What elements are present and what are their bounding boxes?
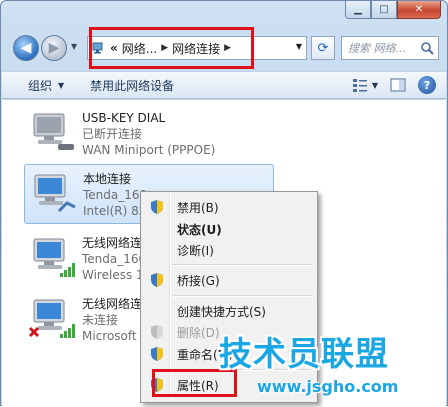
menu-separator <box>173 295 313 297</box>
menu-item-label: 诊断(I) <box>177 244 214 258</box>
uac-shield-icon <box>151 200 163 214</box>
minimize-button[interactable]: ▁ <box>345 1 371 19</box>
chevron-right-icon[interactable]: ▶ <box>224 43 231 53</box>
menu-item-label: 属性(R) <box>177 379 219 393</box>
watermark-url: www.jsgho.com <box>257 377 399 396</box>
menu-item-label: 状态(U) <box>177 223 222 237</box>
connection-status: Tenda_160 <box>83 188 148 202</box>
menu-item-create-shortcut[interactable]: 创建快捷方式(S) <box>143 300 315 322</box>
connection-device: Intel(R) 82 <box>83 204 147 218</box>
connection-status: 未连接 <box>82 313 119 327</box>
address-bar[interactable]: « 网络... ▶ 网络连接 ▶ ▼ <box>87 36 307 60</box>
menu-item-disable[interactable]: 禁用(B) <box>143 196 315 218</box>
network-folder-icon <box>92 42 103 54</box>
menu-item-label: 禁用(B) <box>177 201 219 215</box>
connection-device: Wireless 1 <box>82 268 144 282</box>
wireless-disconnected-icon <box>28 299 75 338</box>
back-button[interactable]: ◀ <box>13 35 39 61</box>
navigation-bar: ◀ ▶ ▼ « 网络... ▶ 网络连接 ▶ ▼ ⟳ 搜索 网络... <box>11 31 441 67</box>
arrow-left-icon: ◀ <box>20 40 32 56</box>
explorer-window: ▁ □ ✕ ◀ ▶ ▼ « 网络... ▶ 网络连接 ▶ ▼ ⟳ 搜索 网络..… <box>0 0 448 407</box>
command-bar: 组织 ▼ 禁用此网络设备 ▼ ? <box>2 71 446 99</box>
search-placeholder: 搜索 网络... <box>348 42 406 55</box>
toolbar-right-group: ▼ ? <box>352 76 436 94</box>
refresh-button[interactable]: ⟳ <box>311 36 335 60</box>
connection-status: 已断开连接 <box>82 127 143 141</box>
help-icon[interactable]: ? <box>418 76 436 94</box>
organize-menu[interactable]: 组织 ▼ <box>28 77 64 94</box>
close-button[interactable]: ✕ <box>397 1 441 19</box>
wireless-computer-icon <box>33 238 75 277</box>
connection-device: Microsoft <box>82 329 137 343</box>
search-input[interactable]: 搜索 网络... <box>341 36 439 60</box>
uac-shield-icon <box>151 378 163 392</box>
menu-item-bridge[interactable]: 桥接(G) <box>143 269 315 291</box>
view-list-icon <box>352 79 367 92</box>
chevron-down-icon: ▼ <box>371 80 378 90</box>
computer-network-icon <box>34 174 76 213</box>
maximize-button[interactable]: □ <box>371 1 397 19</box>
computer-network-icon <box>33 113 74 150</box>
connection-device: WAN Miniport (PPPOE) <box>82 143 216 157</box>
menu-item-label: 删除(D) <box>177 326 220 340</box>
breadcrumb-network-connections[interactable]: 网络连接 <box>172 40 220 57</box>
menu-separator <box>173 264 313 266</box>
recent-pages-dropdown[interactable]: ▼ <box>71 42 77 51</box>
breadcrumb-overflow[interactable]: « <box>110 41 118 55</box>
breadcrumb-network[interactable]: 网络... <box>122 40 157 57</box>
chevron-right-icon[interactable]: ▶ <box>161 43 168 53</box>
refresh-icon: ⟳ <box>317 40 329 56</box>
caption-buttons: ▁ □ ✕ <box>345 1 441 19</box>
uac-shield-icon <box>151 347 163 361</box>
forward-button[interactable]: ▶ <box>41 35 67 61</box>
organize-label: 组织 <box>28 78 53 93</box>
connection-item[interactable]: USB-KEY DIAL 已断开连接 WAN Miniport (PPPOE) <box>24 104 274 164</box>
connection-name: 无线网络连 <box>82 236 143 250</box>
chevron-down-icon: ▼ <box>58 80 65 90</box>
watermark-title: 技术员联盟 <box>219 334 389 373</box>
menu-item-diagnose[interactable]: 诊断(I) <box>143 239 315 261</box>
uac-shield-icon <box>151 273 163 287</box>
menu-item-status[interactable]: 状态(U) <box>143 218 315 240</box>
search-icon[interactable] <box>420 41 434 55</box>
uac-shield-icon <box>151 325 163 339</box>
connection-name: 本地连接 <box>83 172 132 186</box>
view-options-button[interactable]: ▼ <box>352 78 378 92</box>
disable-device-label: 禁用此网络设备 <box>90 78 175 93</box>
connection-name: 无线网络连 <box>82 297 143 311</box>
address-dropdown-icon[interactable]: ▼ <box>296 42 302 51</box>
preview-pane-icon[interactable] <box>390 78 406 92</box>
connection-name: USB-KEY DIAL <box>82 111 166 125</box>
menu-item-label: 创建快捷方式(S) <box>177 305 266 319</box>
arrow-right-icon: ▶ <box>48 40 60 56</box>
menu-item-label: 桥接(G) <box>177 274 220 288</box>
disable-device-button[interactable]: 禁用此网络设备 <box>90 77 174 94</box>
connection-status: Tenda_160 <box>82 252 147 266</box>
